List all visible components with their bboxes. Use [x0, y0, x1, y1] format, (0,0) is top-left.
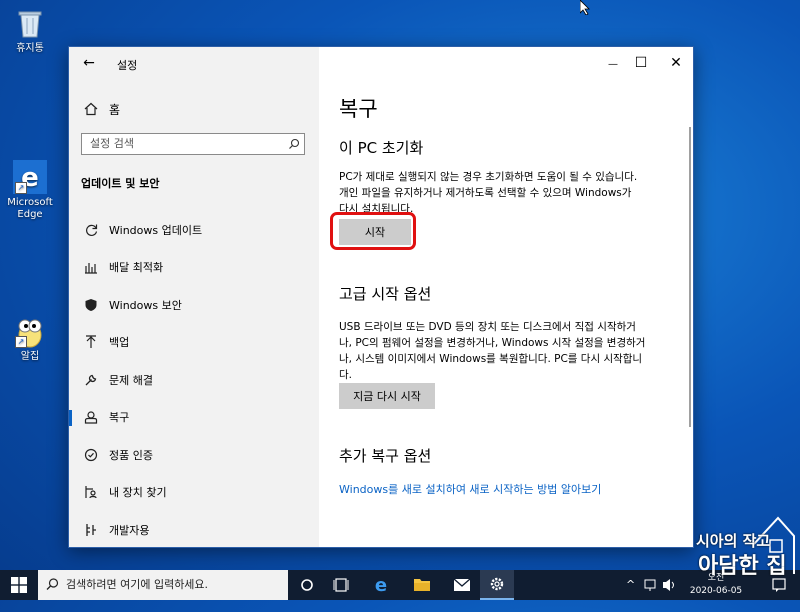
windows-logo-icon — [11, 577, 27, 593]
settings-window: 홈 설정 검색 업데이트 및 보안 Windows 업데이트 배달 최적화 Wi… — [68, 46, 694, 548]
sidebar-item-label: 복구 — [109, 411, 130, 425]
sidebar-home[interactable]: 홈 — [83, 99, 120, 119]
sidebar-item-delivery-optimization[interactable]: 배달 최적화 — [69, 249, 319, 287]
sidebar-item-recovery[interactable]: 복구 — [69, 399, 319, 437]
scrollbar[interactable] — [689, 127, 691, 427]
taskbar-settings-button[interactable] — [480, 570, 514, 600]
cortana-icon — [301, 579, 313, 591]
back-button[interactable]: ← — [79, 55, 99, 71]
window-title: 설정 — [117, 59, 138, 72]
home-icon — [83, 101, 99, 117]
advanced-description-line: 다. — [339, 369, 352, 381]
section-title: 업데이트 및 보안 — [81, 177, 160, 190]
wrench-icon — [83, 372, 99, 388]
task-view-icon — [333, 578, 349, 592]
cortana-button[interactable] — [290, 570, 324, 600]
desktop-icon-label: 알집 — [20, 351, 40, 362]
check-circle-icon — [83, 447, 99, 463]
folder-icon — [414, 579, 430, 591]
search-icon[interactable] — [288, 134, 300, 161]
main-content: 복구 이 PC 초기화 PC가 제대로 실행되지 않는 경우 초기화하면 도움이… — [319, 47, 693, 547]
taskbar-explorer-button[interactable] — [405, 570, 439, 600]
reset-start-button[interactable]: 시작 — [339, 219, 411, 245]
shortcut-arrow-icon: ↗ — [15, 182, 27, 194]
clock-date: 2020-06-05 — [689, 586, 743, 596]
recovery-icon — [83, 409, 99, 425]
reset-heading: 이 PC 초기화 — [339, 139, 424, 157]
sidebar-item-windows-update[interactable]: Windows 업데이트 — [69, 211, 319, 249]
search-icon — [46, 570, 59, 612]
alzip-icon: ↗ — [13, 314, 47, 348]
mail-icon — [453, 578, 471, 591]
advanced-description-line: USB 드라이브 또는 DVD 등의 장치 또는 디스크에서 직접 시작하거 — [339, 321, 636, 333]
desktop-icon-label: 휴지통 — [16, 43, 44, 54]
sidebar-item-label: 배달 최적화 — [109, 261, 164, 275]
advanced-description-line: 나, PC의 펌웨어 설정을 변경하거나, Windows 시작 설정을 변경하… — [339, 337, 646, 349]
more-recovery-heading: 추가 복구 옵션 — [339, 447, 432, 465]
reset-description-line: PC가 제대로 실행되지 않는 경우 초기화하면 도움이 될 수 있습니다. — [339, 171, 638, 183]
advanced-description-line: 나, 시스템 이미지에서 Windows를 복원합니다. PC를 다시 시작합니 — [339, 353, 643, 365]
search-placeholder: 설정 검색 — [90, 137, 134, 150]
page-title: 복구 — [339, 97, 378, 121]
sidebar-item-label: 백업 — [109, 336, 130, 350]
sidebar-item-windows-security[interactable]: Windows 보안 — [69, 286, 319, 324]
sidebar: 홈 설정 검색 업데이트 및 보안 Windows 업데이트 배달 최적화 Wi… — [69, 47, 319, 547]
taskbar-search-input[interactable]: 검색하려면 여기에 입력하세요. — [38, 570, 288, 600]
home-label: 홈 — [109, 102, 121, 117]
task-view-button[interactable] — [324, 570, 358, 600]
backup-arrow-icon — [83, 334, 99, 350]
restart-now-button[interactable]: 지금 다시 시작 — [339, 383, 435, 409]
network-icon[interactable] — [644, 570, 656, 600]
person-pin-icon — [83, 484, 99, 500]
svg-text:e: e — [375, 575, 387, 596]
sidebar-item-troubleshoot[interactable]: 문제 해결 — [69, 361, 319, 399]
desktop-icon-alzip[interactable]: ↗ 알집 — [0, 314, 60, 363]
desktop-icon-recycle-bin[interactable]: 휴지통 — [0, 6, 60, 55]
advanced-startup-description: USB 드라이브 또는 DVD 등의 장치 또는 디스크에서 직접 시작하거 나… — [339, 319, 689, 383]
shield-icon — [83, 297, 99, 313]
taskbar-mail-button[interactable] — [445, 570, 479, 600]
shortcut-arrow-icon: ↗ — [15, 336, 27, 348]
refresh-icon — [83, 222, 99, 238]
volume-icon[interactable] — [662, 570, 676, 600]
edge-icon: e — [375, 575, 387, 596]
sidebar-item-label: 내 장치 찾기 — [109, 486, 167, 500]
sidebar-item-activation[interactable]: 정품 인증 — [69, 436, 319, 474]
gear-icon — [490, 577, 504, 591]
watermark-logo: 시아의 작고 아담한 집 — [694, 514, 798, 584]
desktop-icon-edge[interactable]: e ↗ Microsoft Edge — [0, 160, 60, 221]
tray-chevron-icon[interactable]: ^ — [626, 570, 635, 600]
taskbar-search-placeholder: 검색하려면 여기에 입력하세요. — [66, 578, 209, 591]
delivery-optimization-icon — [83, 259, 99, 275]
edge-icon: e ↗ — [13, 160, 47, 194]
mouse-cursor-icon — [579, 0, 590, 19]
desktop-icon-label: Microsoft Edge — [7, 197, 53, 220]
sidebar-item-label: 정품 인증 — [109, 448, 153, 462]
sidebar-nav: Windows 업데이트 배달 최적화 Windows 보안 백업 문제 해결 … — [69, 211, 319, 547]
taskbar: 검색하려면 여기에 입력하세요. e ^ 오전 2020-06-05 — [0, 570, 800, 600]
sidebar-item-label: 문제 해결 — [109, 373, 153, 387]
sidebar-item-find-my-device[interactable]: 내 장치 찾기 — [69, 474, 319, 512]
sidebar-item-backup[interactable]: 백업 — [69, 324, 319, 362]
reset-description-line: 개인 파일을 유지하거나 제거하도록 선택할 수 있으며 Windows가 — [339, 187, 632, 199]
taskbar-edge-button[interactable]: e — [364, 570, 398, 600]
developer-icon — [83, 522, 99, 538]
sidebar-item-label: Windows 업데이트 — [109, 223, 203, 237]
sidebar-item-label: 개발자용 — [109, 523, 150, 537]
recycle-bin-icon — [13, 6, 47, 40]
settings-search-input[interactable]: 설정 검색 — [81, 133, 305, 155]
reset-description: PC가 제대로 실행되지 않는 경우 초기화하면 도움이 될 수 있습니다. 개… — [339, 169, 679, 217]
start-button[interactable] — [0, 570, 38, 600]
sidebar-item-developers[interactable]: 개발자용 — [69, 511, 319, 547]
watermark-line2: 아담한 집 — [698, 554, 787, 579]
fresh-install-link[interactable]: Windows를 새로 설치하여 새로 시작하는 방법 알아보기 — [339, 481, 601, 497]
sidebar-item-label: Windows 보안 — [109, 298, 182, 312]
advanced-startup-heading: 고급 시작 옵션 — [339, 285, 432, 303]
